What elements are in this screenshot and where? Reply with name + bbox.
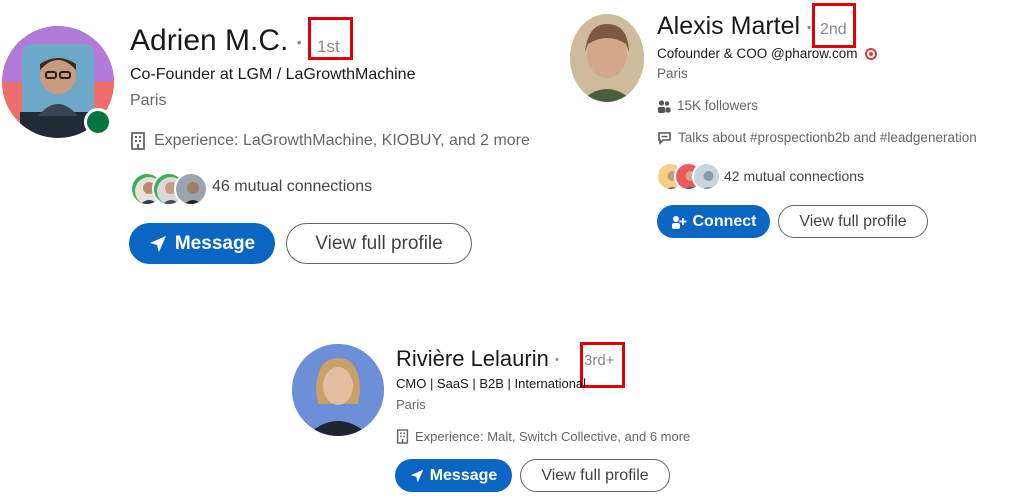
paper-plane-icon: [149, 235, 167, 253]
degree-highlight-box: [812, 3, 856, 48]
experience-row: Experience: LaGrowthMachine, KIOBUY, and…: [130, 132, 530, 150]
avatar[interactable]: [292, 344, 384, 436]
view-full-profile-button[interactable]: View full profile: [520, 459, 670, 492]
experience-row: Experience: Malt, Switch Collective, and…: [396, 429, 690, 444]
profile-headline: Co-Founder at LGM / LaGrowthMachine: [130, 66, 416, 83]
talks-about-row: Talks about #prospectionb2b and #leadgen…: [657, 130, 977, 145]
avatar[interactable]: [570, 14, 644, 102]
separator-dot: •: [296, 34, 302, 51]
mutual-connections[interactable]: 46 mutual connections: [130, 172, 430, 206]
speech-bubble-icon: [657, 131, 672, 145]
message-button[interactable]: Message: [129, 223, 275, 264]
target-emoji-icon: [864, 47, 878, 61]
profile-name[interactable]: Rivière Lelaurin •: [396, 346, 559, 372]
online-status-badge: [84, 108, 112, 136]
connect-button[interactable]: Connect: [657, 205, 770, 238]
mutual-connections-text: 42 mutual connections: [724, 168, 865, 184]
followers-text: 15K followers: [677, 98, 759, 113]
followers-row: 15K followers: [657, 98, 758, 113]
profile-headline: CMO | SaaS | B2B | International: [396, 376, 587, 391]
paper-plane-icon: [410, 469, 424, 483]
view-full-profile-label: View full profile: [315, 232, 443, 254]
mutual-connections[interactable]: 42 mutual connections: [656, 162, 916, 192]
mutual-avatar: [174, 172, 208, 206]
mutual-connections-text: 46 mutual connections: [212, 178, 373, 195]
experience-text: Experience: LaGrowthMachine, KIOBUY, and…: [154, 132, 530, 149]
connect-button-label: Connect: [692, 212, 757, 230]
message-button-label: Message: [429, 466, 498, 484]
profile-name-text: Rivière Lelaurin: [396, 346, 549, 371]
view-full-profile-button[interactable]: View full profile: [778, 205, 928, 238]
people-icon: [657, 99, 671, 113]
separator-dot: •: [554, 354, 559, 367]
profile-name[interactable]: Alexis Martel •: [657, 12, 811, 41]
profile-headline-text: Cofounder & COO @pharow.com: [657, 46, 858, 61]
message-button[interactable]: Message: [395, 459, 512, 492]
building-icon: [396, 429, 409, 444]
view-full-profile-button[interactable]: View full profile: [286, 223, 472, 264]
profile-name-text: Adrien M.C.: [130, 24, 289, 57]
profile-name[interactable]: Adrien M.C. •: [130, 24, 302, 58]
degree-highlight-box: [308, 17, 353, 60]
view-full-profile-label: View full profile: [541, 466, 649, 484]
talks-about-text: Talks about #prospectionb2b and #leadgen…: [678, 130, 977, 145]
profile-name-text: Alexis Martel: [657, 12, 801, 40]
profile-location: Paris: [657, 66, 688, 81]
profile-headline: Cofounder & COO @pharow.com: [657, 46, 878, 61]
view-full-profile-label: View full profile: [799, 212, 907, 230]
experience-text: Experience: Malt, Switch Collective, and…: [415, 429, 691, 444]
profile-location: Paris: [130, 92, 167, 109]
profile-location: Paris: [396, 397, 426, 412]
separator-dot: •: [807, 20, 812, 35]
degree-highlight-box: [580, 342, 625, 388]
mutual-avatar: [692, 162, 721, 191]
add-person-icon: [671, 215, 687, 229]
building-icon: [130, 132, 146, 150]
message-button-label: Message: [174, 232, 256, 254]
